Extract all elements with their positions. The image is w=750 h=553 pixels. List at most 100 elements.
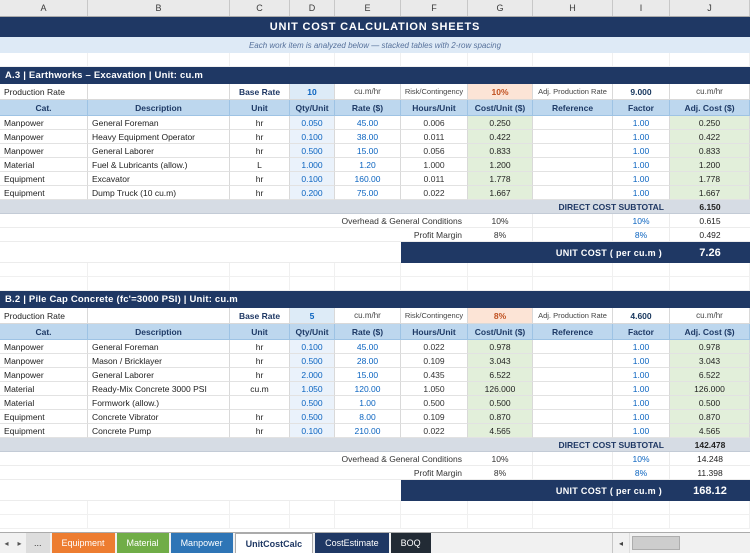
tab-scroll-right-icon[interactable]: ▸	[13, 533, 26, 553]
sheet-tab-material[interactable]: Material	[117, 533, 169, 553]
overhead-pct-value[interactable]: 10%	[468, 214, 533, 228]
cell-reference[interactable]	[533, 382, 613, 396]
cell-factor[interactable]: 1.00	[613, 424, 670, 438]
cell-cost-unit[interactable]: 0.833	[468, 144, 533, 158]
unit-cost-value[interactable]: 7.26	[670, 242, 750, 263]
cell-cost-unit[interactable]: 0.870	[468, 410, 533, 424]
cell-rate[interactable]: 38.00	[335, 130, 401, 144]
empty-cell[interactable]	[335, 263, 401, 277]
cell-rate[interactable]: 15.00	[335, 368, 401, 382]
sheet-tab-boq[interactable]: BOQ	[391, 533, 431, 553]
cell-hours-unit[interactable]: 1.000	[401, 158, 468, 172]
cell-hours-unit[interactable]: 0.022	[401, 340, 468, 354]
base-rate-value[interactable]: 5	[290, 308, 335, 324]
empty-cell[interactable]	[533, 228, 613, 242]
empty-cell[interactable]	[670, 263, 750, 277]
cell-description[interactable]: General Laborer	[88, 144, 230, 158]
column-header-hours-unit[interactable]: Hours/Unit	[401, 100, 468, 116]
cell-cat[interactable]: Equipment	[0, 186, 88, 200]
sheet-subtitle[interactable]: Each work item is analyzed below — stack…	[0, 37, 750, 53]
cell-reference[interactable]	[533, 186, 613, 200]
column-letter-a[interactable]: A	[0, 0, 88, 16]
unit-cost-value[interactable]: 168.12	[670, 480, 750, 501]
cell-cat[interactable]: Manpower	[0, 368, 88, 382]
cell-unit[interactable]: hr	[230, 410, 290, 424]
subtotal-label[interactable]: DIRECT COST SUBTOTAL	[0, 200, 670, 214]
column-header-reference[interactable]: Reference	[533, 100, 613, 116]
cell-hours-unit[interactable]: 0.109	[401, 410, 468, 424]
cell-adj-cost[interactable]: 0.870	[670, 410, 750, 424]
cell-unit[interactable]: hr	[230, 130, 290, 144]
risk-contingency-label[interactable]: Risk/Contingency	[401, 308, 468, 324]
cell-adj-cost[interactable]: 1.667	[670, 186, 750, 200]
profit-factor-pct[interactable]: 8%	[613, 466, 670, 480]
profit-pct-value[interactable]: 8%	[468, 466, 533, 480]
empty-cell[interactable]	[533, 501, 613, 515]
empty-cell[interactable]	[290, 53, 335, 67]
empty-cell[interactable]	[670, 277, 750, 291]
cell-rate[interactable]: 210.00	[335, 424, 401, 438]
column-header-adj-cost[interactable]: Adj. Cost ($)	[670, 100, 750, 116]
empty-cell[interactable]	[290, 501, 335, 515]
cell-adj-cost[interactable]: 0.422	[670, 130, 750, 144]
empty-cell[interactable]	[0, 53, 88, 67]
empty-cell[interactable]	[468, 53, 533, 67]
empty-cell[interactable]	[335, 515, 401, 529]
empty-cell[interactable]	[613, 501, 670, 515]
cell-cost-unit[interactable]: 1.778	[468, 172, 533, 186]
empty-cell[interactable]	[613, 277, 670, 291]
cell-description[interactable]: Excavator	[88, 172, 230, 186]
cell-qty-unit[interactable]: 0.050	[290, 116, 335, 130]
cell-cat[interactable]: Equipment	[0, 424, 88, 438]
cell-unit[interactable]: hr	[230, 340, 290, 354]
cell-adj-cost[interactable]: 6.522	[670, 368, 750, 382]
cell-hours-unit[interactable]: 0.056	[401, 144, 468, 158]
empty-cell[interactable]	[0, 515, 88, 529]
cell-reference[interactable]	[533, 396, 613, 410]
empty-cell[interactable]	[0, 242, 401, 263]
cell-qty-unit[interactable]: 0.100	[290, 340, 335, 354]
unit-cost-label[interactable]: UNIT COST ( per cu.m )	[401, 242, 670, 263]
empty-cell[interactable]	[533, 452, 613, 466]
cell-reference[interactable]	[533, 130, 613, 144]
empty-cell[interactable]	[88, 308, 230, 324]
column-letter-b[interactable]: B	[88, 0, 230, 16]
column-letter-d[interactable]: D	[290, 0, 335, 16]
cell-unit[interactable]: hr	[230, 186, 290, 200]
cell-qty-unit[interactable]: 0.200	[290, 186, 335, 200]
cell-description[interactable]: Concrete Vibrator	[88, 410, 230, 424]
column-letter-f[interactable]: F	[401, 0, 468, 16]
profit-margin-label[interactable]: Profit Margin	[0, 466, 468, 480]
cell-cat[interactable]: Manpower	[0, 144, 88, 158]
base-rate-value[interactable]: 10	[290, 84, 335, 100]
empty-cell[interactable]	[670, 515, 750, 529]
cell-qty-unit[interactable]: 1.050	[290, 382, 335, 396]
overhead-factor-pct[interactable]: 10%	[613, 214, 670, 228]
empty-cell[interactable]	[468, 263, 533, 277]
empty-cell[interactable]	[401, 501, 468, 515]
subtotal-value[interactable]: 142.478	[670, 438, 750, 452]
cell-description[interactable]: Formwork (allow.)	[88, 396, 230, 410]
empty-cell[interactable]	[88, 277, 230, 291]
empty-cell[interactable]	[290, 277, 335, 291]
column-header-unit[interactable]: Unit	[230, 100, 290, 116]
overhead-label[interactable]: Overhead & General Conditions	[0, 452, 468, 466]
cell-cost-unit[interactable]: 1.200	[468, 158, 533, 172]
cell-unit[interactable]: hr	[230, 424, 290, 438]
cell-unit[interactable]: hr	[230, 368, 290, 382]
cell-unit[interactable]: L	[230, 158, 290, 172]
adj-production-rate-value[interactable]: 9.000	[613, 84, 670, 100]
empty-cell[interactable]	[88, 501, 230, 515]
cell-factor[interactable]: 1.00	[613, 410, 670, 424]
cell-description[interactable]: General Foreman	[88, 340, 230, 354]
empty-cell[interactable]	[0, 480, 401, 501]
cell-adj-cost[interactable]: 126.000	[670, 382, 750, 396]
cell-factor[interactable]: 1.00	[613, 116, 670, 130]
base-rate-label[interactable]: Base Rate	[230, 308, 290, 324]
scrollbar-thumb[interactable]	[632, 536, 680, 550]
column-header-description[interactable]: Description	[88, 324, 230, 340]
cell-reference[interactable]	[533, 368, 613, 382]
cell-factor[interactable]: 1.00	[613, 144, 670, 158]
overhead-factor-pct[interactable]: 10%	[613, 452, 670, 466]
cell-rate[interactable]: 28.00	[335, 354, 401, 368]
